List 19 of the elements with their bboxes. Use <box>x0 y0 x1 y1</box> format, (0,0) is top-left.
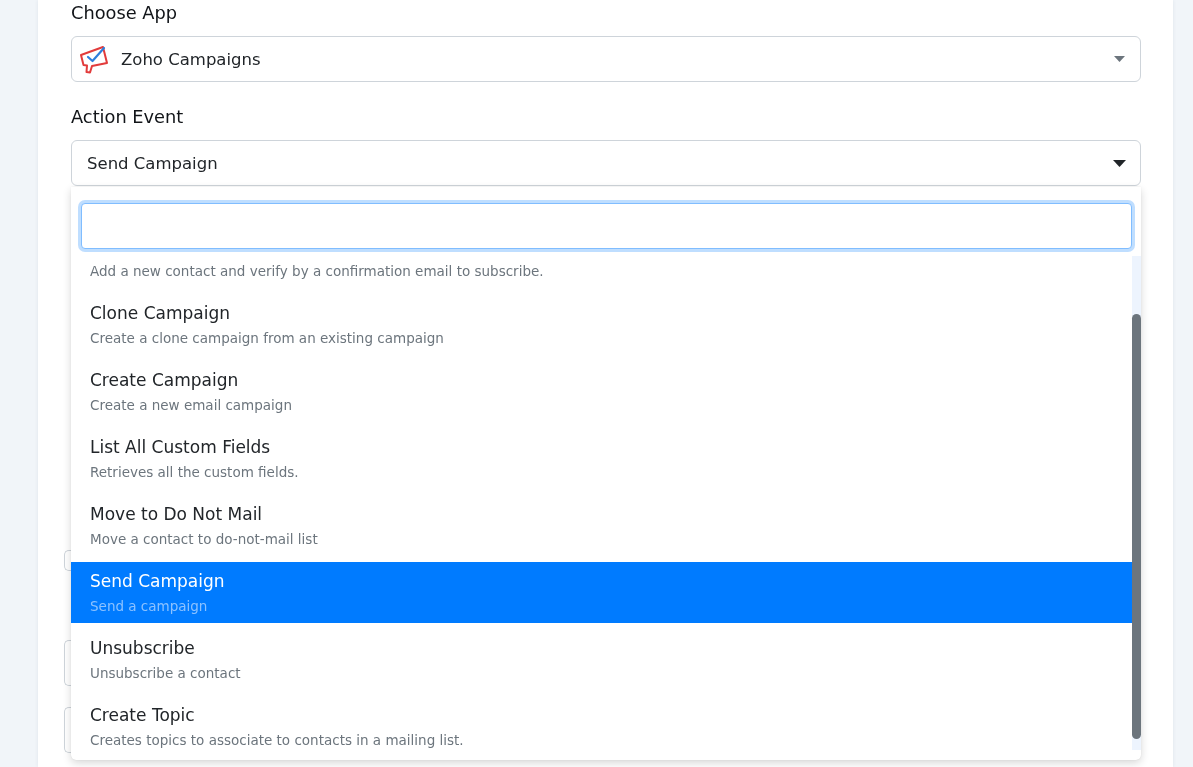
caret-icon <box>1113 159 1126 167</box>
search-field[interactable] <box>81 203 1132 249</box>
dropdown-option[interactable]: Create Campaign Create a new email campaign <box>71 361 1132 422</box>
dropdown-option[interactable]: List All Custom Fields Retrieves all the custom fields. <box>71 428 1132 489</box>
app-select[interactable]: Zoho Campaigns <box>71 36 1141 82</box>
input-field[interactable] <box>64 640 72 686</box>
dropdown-option[interactable]: Clone Campaign Create a clone campaign from an existing campaign <box>71 294 1132 355</box>
event-select[interactable]: Send Campaign <box>71 140 1141 186</box>
caret-icon <box>1114 56 1125 62</box>
dropdown-option[interactable]: Create Topic Creates topics to associate to contacts in a mailing list. <box>71 696 1132 757</box>
field-label: Choose App <box>71 1 179 25</box>
field-label: Action Event <box>71 105 185 129</box>
dropdown-option[interactable]: Move to Do Not Mail Move a contact to do-not-mail list <box>71 495 1132 556</box>
dropdown-option[interactable]: Send Campaign Send a campaign <box>71 562 1132 623</box>
dropdown-option[interactable]: Unsubscribe Unsubscribe a contact <box>71 629 1132 690</box>
dropdown-option[interactable]: Add a new contact and verify by a confirmation email to subscribe. <box>71 256 1132 288</box>
megaphone-icon <box>79 44 109 74</box>
input-field[interactable] <box>64 550 72 571</box>
input-field[interactable] <box>64 707 72 753</box>
